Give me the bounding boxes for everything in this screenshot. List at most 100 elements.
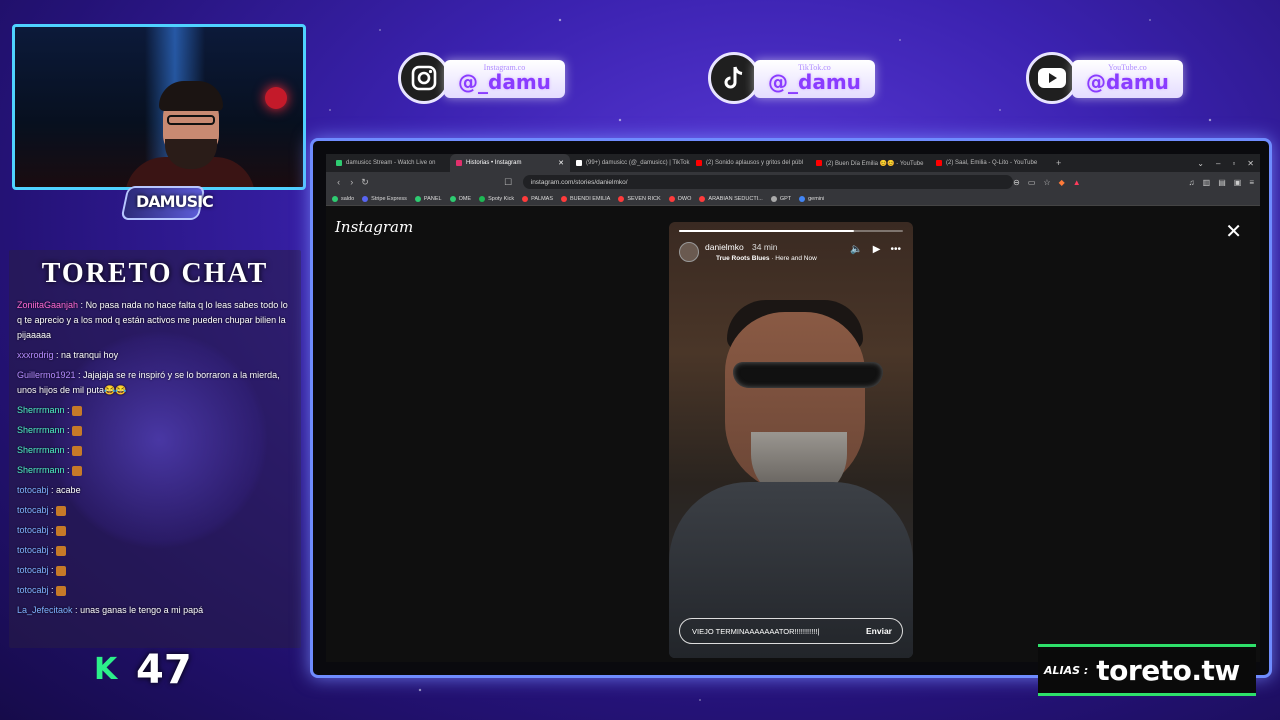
bookmark-item[interactable]: GPT	[770, 195, 791, 202]
song-artist: · Here and Now	[771, 255, 817, 262]
reply-input[interactable]: VIEJO TERMINAAAAAAATOR!!!!!!!!!!!| Envia…	[679, 618, 903, 644]
cast-icon[interactable]: ▭	[1028, 178, 1036, 187]
avatar[interactable]	[679, 242, 699, 262]
bookmark-favicon-icon	[414, 195, 421, 202]
bookmark-label: PALMAS	[531, 195, 553, 202]
chat-message: Guillermo1921 : Jajajaja se re inspiró y…	[17, 370, 280, 395]
chat-message: totocabj :	[17, 503, 293, 518]
bookmark-item[interactable]: OME	[449, 195, 471, 202]
bookmark-item[interactable]: PANEL	[414, 195, 442, 202]
browser-tab[interactable]: (2) Sonido aplausos y gritos del públ	[690, 154, 810, 172]
browser-tab[interactable]: (2) Saal, Emilia - Q-Lito - YouTube	[930, 154, 1050, 172]
bookmark-item[interactable]: SEVEN RICK	[618, 195, 661, 202]
chat-username[interactable]: totocabj	[17, 565, 49, 575]
chat-username[interactable]: totocabj	[17, 525, 49, 535]
social-handle: @_damu	[768, 70, 861, 94]
tab-close-icon[interactable]: ✕	[558, 159, 564, 167]
close-story-icon[interactable]: ✕	[1225, 222, 1242, 242]
browser-tab[interactable]: (2) Buen Día Emilia 😊😊 - YouTube	[810, 154, 930, 172]
rewards-icon[interactable]: ▲	[1073, 178, 1081, 187]
bookmark-item[interactable]: OWO	[668, 195, 691, 202]
story-song[interactable]: True Roots Blues · Here and Now	[716, 255, 817, 262]
emote-icon	[72, 405, 83, 416]
chat-message: totocabj : acabe	[17, 485, 81, 495]
volume-icon[interactable]: 🔈	[850, 244, 862, 255]
maximize-button[interactable]: ▫	[1232, 159, 1235, 168]
tab-favicon-icon	[936, 160, 942, 166]
bookmark-item[interactable]: gemini	[799, 195, 824, 202]
tab-title: (2) Sonido aplausos y gritos del públ	[706, 160, 804, 166]
new-tab-button[interactable]: +	[1050, 158, 1067, 168]
bookmark-item[interactable]: saldo	[332, 195, 354, 202]
wallet-icon[interactable]: ▣	[1234, 178, 1242, 187]
close-window-button[interactable]: ✕	[1247, 159, 1254, 168]
brave-shield-icon[interactable]: ◆	[1059, 178, 1065, 187]
chat-username[interactable]: Sherrrmann	[17, 445, 65, 455]
chat-username[interactable]: totocabj	[17, 585, 49, 595]
chat-messages: ZoniitaGaanjah : No pasa nada no hace fa…	[9, 294, 301, 627]
social-badge-youtube: YouTube.co @damu	[1026, 52, 1206, 104]
browser-tab[interactable]: damusicc Stream - Watch Live on	[330, 154, 450, 172]
bookmark-label: SEVEN RICK	[627, 195, 661, 202]
bookmark-icon[interactable]: ☐	[502, 177, 515, 188]
chat-username[interactable]: totocabj	[17, 485, 49, 495]
bookmark-favicon-icon	[332, 195, 338, 202]
tab-title: damusicc Stream - Watch Live on	[346, 160, 436, 166]
url-field[interactable]: instagram.com/stories/danielmko/	[522, 175, 1014, 189]
url-text: instagram.com/stories/danielmko/	[530, 178, 628, 186]
bookmark-favicon-icon	[668, 195, 675, 202]
chat-username[interactable]: Sherrrmann	[17, 425, 65, 435]
chat-username[interactable]: La_Jefecitaok	[17, 605, 73, 615]
zoom-icon[interactable]: ⊖	[1013, 178, 1020, 187]
chat-message: La_Jefecitaok : unas ganas le tengo a mi…	[17, 605, 204, 615]
tab-bar: damusicc Stream - Watch Live on Historias…	[326, 154, 1260, 172]
emote-icon	[56, 525, 67, 536]
bookmark-item[interactable]: Spoty Kick	[479, 195, 514, 202]
more-options-icon[interactable]: •••	[890, 244, 901, 255]
emote-icon	[72, 425, 83, 436]
alias-banner: ALIAS : toreto.tw	[1038, 644, 1256, 696]
send-button[interactable]: Enviar	[866, 626, 892, 636]
chat-username[interactable]: xxxrodrig	[17, 350, 54, 360]
chat-title: TORETO CHAT	[41, 258, 269, 289]
instagram-logo[interactable]: Instagram	[335, 218, 413, 236]
minimize-button[interactable]: –	[1216, 159, 1220, 168]
chat-username[interactable]: Sherrrmann	[17, 405, 65, 415]
browser-tab[interactable]: (99+) damusicc (@_damusicc) | TikTok	[570, 154, 690, 172]
browser-tab[interactable]: Historias • Instagram ✕	[450, 154, 570, 172]
social-handle: @_damu	[458, 70, 551, 94]
bookmark-label: ARABIAN SEDUCTI...	[708, 195, 763, 202]
chat-message: Sherrrmann :	[17, 463, 293, 478]
chat-username[interactable]: Guillermo1921	[17, 370, 76, 380]
bookmark-favicon-icon	[618, 195, 625, 202]
extensions-icon[interactable]: ▤	[1218, 178, 1226, 187]
browser-window: damusicc Stream - Watch Live on Historias…	[326, 154, 1260, 662]
alias-label: ALIAS :	[1044, 663, 1089, 677]
bookmark-item[interactable]: Stripe Express	[362, 195, 407, 202]
bookmark-item[interactable]: ARABIAN SEDUCTI...	[699, 195, 763, 202]
bookmark-label: PANEL	[423, 195, 442, 202]
chat-username[interactable]: totocabj	[17, 545, 49, 555]
chat-text: acabe	[56, 485, 81, 495]
chat-username[interactable]: ZoniitaGaanjah	[17, 300, 78, 310]
reload-button[interactable]: ↻	[358, 177, 371, 188]
play-icon[interactable]: ▶	[873, 244, 881, 255]
emote-icon	[56, 585, 67, 596]
story-viewer[interactable]: danielmko 34 min True Roots Blues · Here…	[669, 222, 913, 658]
story-username[interactable]: danielmko	[705, 242, 744, 252]
emote-icon	[56, 545, 67, 556]
menu-icon[interactable]: ≡	[1249, 178, 1254, 187]
star-icon[interactable]: ☆	[1043, 178, 1050, 187]
bookmark-item[interactable]: PALMAS	[522, 195, 553, 202]
chat-username[interactable]: Sherrrmann	[17, 465, 65, 475]
social-badge-instagram: Instagram.co @_damu	[398, 52, 578, 104]
chat-username[interactable]: totocabj	[17, 505, 49, 515]
back-button[interactable]: ‹	[332, 177, 345, 187]
bookmark-item[interactable]: BUENDI EMILIA	[560, 195, 610, 202]
sidebar-icon[interactable]: ▥	[1203, 178, 1211, 187]
media-icon[interactable]: ♫	[1189, 178, 1195, 187]
instagram-icon	[398, 52, 450, 104]
tab-search-icon[interactable]: ⌄	[1197, 159, 1204, 168]
chat-message: Sherrrmann :	[17, 423, 293, 438]
forward-button[interactable]: ›	[345, 177, 358, 187]
